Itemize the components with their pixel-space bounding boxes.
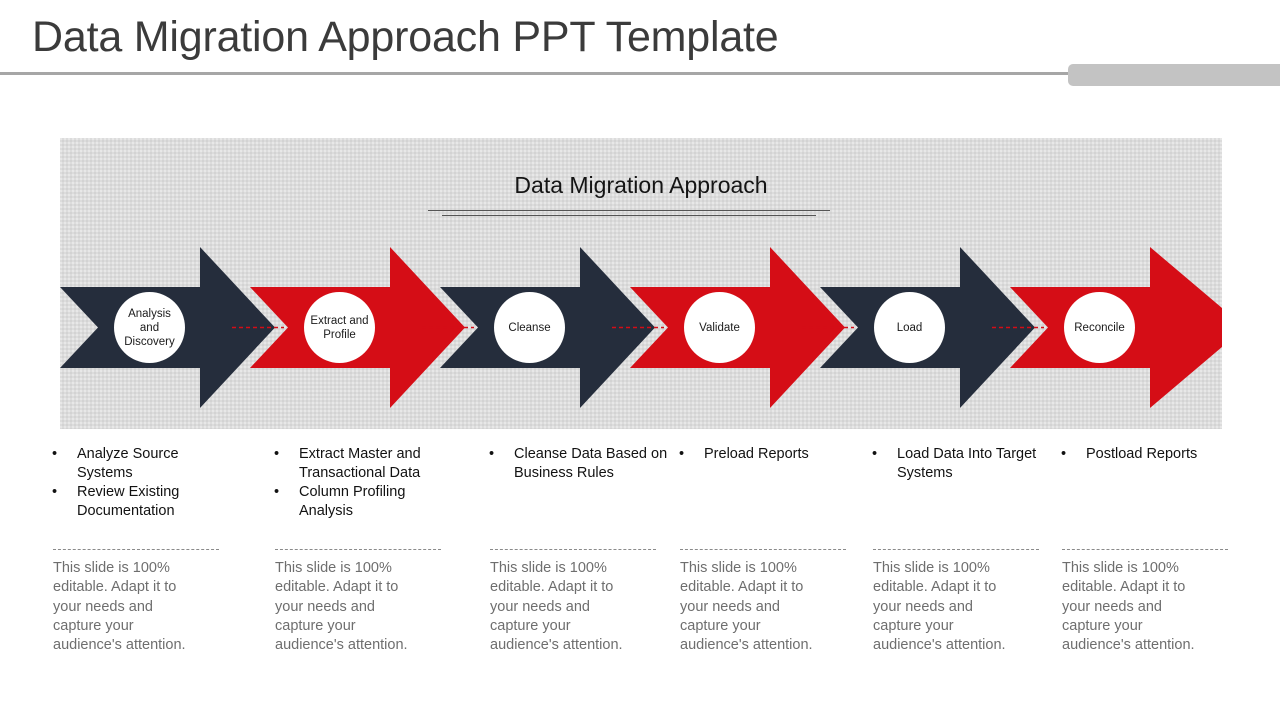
header-tab-block[interactable] (1068, 64, 1280, 86)
bullet-item: • Extract Master and Transactional Data (262, 445, 458, 483)
bullet-dot-icon: • (679, 446, 685, 462)
bullet-text: Postload Reports (1086, 446, 1198, 462)
column-note: This slide is 100% editable. Adapt it to… (873, 560, 1006, 654)
step-node-6[interactable]: Reconcile (1064, 292, 1135, 363)
step-node-label: Load (896, 321, 923, 334)
bullet-item: • Analyze Source Systems (40, 445, 236, 483)
bullet-dot-icon: • (872, 446, 878, 462)
bullet-text: Preload Reports (704, 446, 809, 462)
bullet-item: • Review Existing Documentation (40, 483, 236, 521)
bullet-text: Load Data Into Target Systems (897, 446, 1037, 481)
column-divider (53, 549, 219, 550)
column-divider (873, 549, 1039, 550)
column-divider (490, 549, 656, 550)
bullet-item: • Postload Reports (1049, 445, 1245, 464)
bullet-item: • Load Data Into Target Systems (860, 445, 1056, 483)
bullet-text: Cleanse Data Based on Business Rules (514, 446, 668, 481)
bullet-dot-icon: • (52, 484, 58, 500)
bullet-dot-icon: • (274, 484, 280, 500)
step-node-3[interactable]: Cleanse (494, 292, 565, 363)
column-divider (1062, 549, 1228, 550)
column-divider (275, 549, 441, 550)
bullet-list: • Extract Master and Transactional Data • C… (262, 445, 458, 521)
bullet-item: • Column Profiling Analysis (262, 483, 458, 521)
bullet-dot-icon: • (1061, 446, 1067, 462)
column-note: This slide is 100% editable. Adapt it to… (53, 560, 186, 654)
slide-panel: Data Migration Approach Analysis and Dis… (60, 138, 1222, 429)
detail-column-6: • Postload Reports This slide is 100% edit… (1049, 445, 1245, 653)
bullet-list: • Postload Reports (1049, 445, 1245, 464)
step-node-label: Cleanse (508, 321, 551, 334)
bullet-text: Analyze Source Systems (77, 446, 179, 481)
step-node-label: Extract and Profile (310, 314, 369, 341)
detail-column-4: • Preload Reports This slide is 100% edita… (667, 445, 863, 653)
bullet-list: • Cleanse Data Based on Business Rules (477, 445, 673, 483)
step-node-1[interactable]: Analysis and Discovery (114, 292, 185, 363)
detail-columns: • Analyze Source Systems • Review Existing … (0, 445, 1280, 675)
column-note: This slide is 100% editable. Adapt it to… (1062, 560, 1195, 654)
process-flow-diagram: Analysis and Discovery Extract and Profil… (60, 138, 1222, 429)
bullet-dot-icon: • (52, 446, 58, 462)
bullet-dot-icon: • (274, 446, 280, 462)
slide-page: Data Migration Approach PPT Template Dat… (0, 0, 1280, 720)
step-node-label: Analysis and Discovery (124, 307, 175, 348)
step-node-label: Validate (699, 321, 740, 334)
step-node-4[interactable]: Validate (684, 292, 755, 363)
page-title: Data Migration Approach PPT Template (32, 13, 779, 61)
column-note: This slide is 100% editable. Adapt it to… (275, 560, 408, 654)
step-node-5[interactable]: Load (874, 292, 945, 363)
bullet-list: • Analyze Source Systems • Review Existing … (40, 445, 236, 521)
chevron-arrows-svg (60, 247, 1222, 408)
step-node-label: Reconcile (1074, 321, 1125, 334)
bullet-dot-icon: • (489, 446, 495, 462)
bullet-item: • Cleanse Data Based on Business Rules (477, 445, 673, 483)
detail-column-1: • Analyze Source Systems • Review Existing … (40, 445, 236, 653)
bullet-text: Review Existing Documentation (77, 484, 180, 519)
bullet-list: • Load Data Into Target Systems (860, 445, 1056, 483)
column-note: This slide is 100% editable. Adapt it to… (490, 560, 623, 654)
bullet-text: Extract Master and Transactional Data (299, 446, 421, 481)
detail-column-5: • Load Data Into Target Systems This slide… (860, 445, 1056, 653)
column-note: This slide is 100% editable. Adapt it to… (680, 560, 813, 654)
bullet-item: • Preload Reports (667, 445, 863, 464)
bullet-list: • Preload Reports (667, 445, 863, 464)
detail-column-2: • Extract Master and Transactional Data • C… (262, 445, 458, 653)
column-divider (680, 549, 846, 550)
detail-column-3: • Cleanse Data Based on Business Rules Thi… (477, 445, 673, 653)
step-node-2[interactable]: Extract and Profile (304, 292, 375, 363)
bullet-text: Column Profiling Analysis (299, 484, 406, 519)
